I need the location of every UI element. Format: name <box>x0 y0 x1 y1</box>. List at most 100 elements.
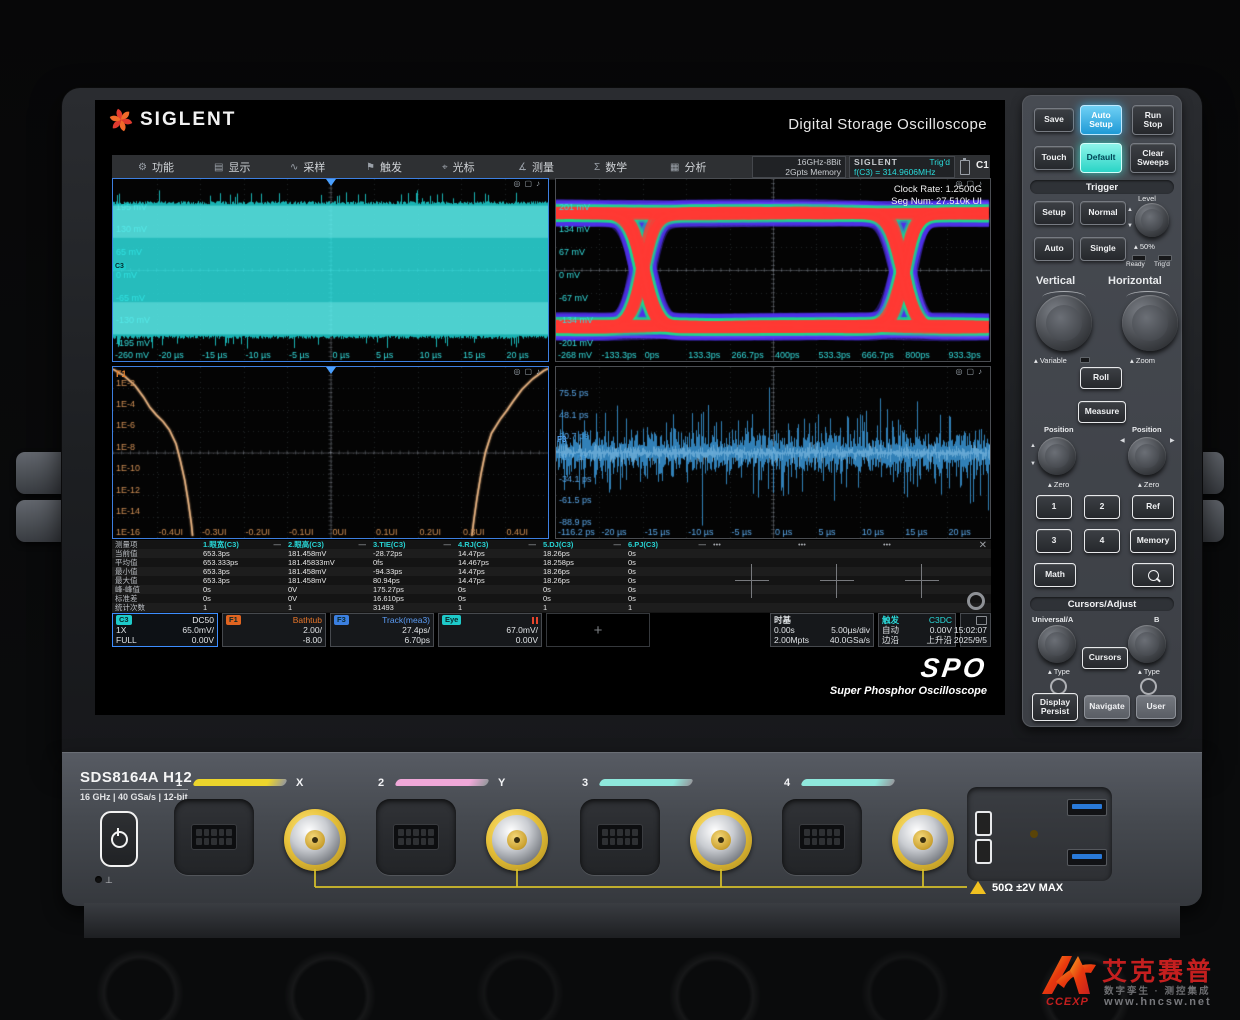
column-header[interactable]: 2.眼高(C3)— <box>285 540 370 549</box>
camera-icon[interactable]: ◎ <box>955 367 966 376</box>
add-measurement-button[interactable] <box>905 564 939 598</box>
empty-column-header[interactable] <box>795 603 880 612</box>
column-header[interactable]: 4.RJ(C3)— <box>455 540 540 549</box>
save-button[interactable]: Save <box>1034 108 1074 132</box>
f3-trace-marker[interactable]: F3 <box>557 435 566 444</box>
trigger-level-knob[interactable] <box>1135 203 1169 237</box>
trigger-position-marker[interactable] <box>326 367 336 379</box>
empty-column-header[interactable] <box>795 549 880 558</box>
column-header[interactable]: 3.TIE(C3)— <box>370 540 455 549</box>
channel-2-button[interactable]: 2 <box>1084 495 1120 519</box>
empty-column-header[interactable] <box>880 603 965 612</box>
table-cell: 18.26ps <box>540 576 625 585</box>
empty-column-header[interactable]: ••• <box>710 540 795 549</box>
acquisition-info-box[interactable]: 16GHz-8Bit 2Gpts Memory <box>752 156 846 178</box>
c3-channel-marker[interactable]: C3 <box>113 263 126 270</box>
add-measurement-button[interactable] <box>735 564 769 598</box>
empty-column-header[interactable] <box>710 603 795 612</box>
trigger-status-box[interactable]: 触发C3DC 自动0.00V 边沿上升沿 <box>878 613 956 647</box>
horizontal-position-knob[interactable] <box>1128 437 1166 475</box>
bnc-connector <box>690 809 752 871</box>
column-header[interactable]: 5.DJ(C3)— <box>540 540 625 549</box>
a-type-label: ▴ Type <box>1048 667 1070 676</box>
close-icon[interactable]: ✕ <box>979 540 987 551</box>
sound-icon[interactable]: ♪ <box>536 179 544 188</box>
sound-icon[interactable]: ♪ <box>978 367 986 376</box>
tie-track-plot-f3[interactable]: ◎▢♪ F3 <box>555 366 991 539</box>
clock-box[interactable]: 15:02:07 2025/9/5 <box>960 613 991 647</box>
expand-icon[interactable]: ▢ <box>524 367 536 376</box>
trigger-position-marker[interactable] <box>326 179 336 191</box>
search-button[interactable] <box>1132 563 1174 587</box>
reset-statistics-icon[interactable] <box>967 592 985 610</box>
roll-button[interactable]: Roll <box>1080 367 1122 389</box>
memory-button[interactable]: Memory <box>1130 529 1176 553</box>
cursors-button[interactable]: Cursors <box>1082 647 1128 669</box>
battery-icon <box>960 160 970 175</box>
display-persist-button[interactable]: Display Persist <box>1032 693 1078 721</box>
menu-item-7[interactable]: Σ数学 <box>594 155 627 179</box>
run-stop-button[interactable]: Run Stop <box>1132 105 1174 135</box>
menu-item-5[interactable]: ⌖光标 <box>442 155 475 179</box>
measure-button[interactable]: Measure <box>1078 401 1126 423</box>
empty-column-header[interactable] <box>880 549 965 558</box>
channel-4-button[interactable]: 4 <box>1084 529 1120 553</box>
channel-3-button[interactable]: 3 <box>1036 529 1072 553</box>
touch-button[interactable]: Touch <box>1034 146 1074 170</box>
ref-button[interactable]: Ref <box>1132 495 1174 519</box>
horizontal-scale-knob[interactable] <box>1122 295 1178 351</box>
auto-setup-button[interactable]: Auto Setup <box>1080 105 1122 135</box>
add-trace-button[interactable]: + <box>546 613 650 647</box>
plot-corner-icons-q1: ◎▢♪ <box>513 179 544 188</box>
default-button[interactable]: Default <box>1080 143 1122 173</box>
trigger-normal-button[interactable]: Normal <box>1080 201 1126 225</box>
trigger-single-button[interactable]: Single <box>1080 237 1126 261</box>
trigger-setup-button[interactable]: Setup <box>1034 201 1074 225</box>
waveform-plot-c3[interactable]: ◎▢♪ C3 <box>112 178 549 362</box>
empty-column-header[interactable] <box>710 549 795 558</box>
oscilloscope-screen[interactable]: SIGLENT Digital Storage Oscilloscope ⚙功能… <box>95 100 1005 715</box>
user-button[interactable]: User <box>1136 695 1176 719</box>
power-button[interactable] <box>100 811 138 867</box>
trigger-auto-button[interactable]: Auto <box>1034 237 1074 261</box>
menu-item-2[interactable]: ▤显示 <box>214 155 250 179</box>
math-button[interactable]: Math <box>1034 563 1076 587</box>
empty-column-header[interactable]: ••• <box>795 540 880 549</box>
f1-trace-marker[interactable]: F1 <box>116 369 127 379</box>
bathtub-plot-f1[interactable]: ◎▢♪ F1 <box>112 366 549 539</box>
menu-item-4[interactable]: ⚑触发 <box>366 155 402 179</box>
waveform-canvas[interactable] <box>113 179 548 361</box>
signal-box-f1[interactable]: F1Bathtub2.00/-8.00 <box>222 613 326 647</box>
tie-track-canvas[interactable] <box>556 367 990 538</box>
signal-box-c3[interactable]: C3DC501X65.0mV/FULL0.00V <box>112 613 218 647</box>
signal-box-f3[interactable]: F3Track(mea3)27.4ps/6.70ps <box>330 613 434 647</box>
expand-icon[interactable]: ▢ <box>966 367 978 376</box>
bathtub-canvas[interactable] <box>113 367 548 538</box>
menu-item-6[interactable]: ∡测量 <box>518 155 554 179</box>
vertical-scale-knob[interactable] <box>1036 295 1092 351</box>
empty-column-header[interactable]: ••• <box>880 540 965 549</box>
clear-sweeps-button[interactable]: Clear Sweeps <box>1130 143 1176 173</box>
universal-a-knob[interactable] <box>1038 625 1076 663</box>
signal-box-eye[interactable]: Eye67.0mV/0.00V <box>438 613 542 647</box>
channel-indicator[interactable]: C1 <box>976 160 989 171</box>
column-header[interactable]: 6.PJ(C3)— <box>625 540 710 549</box>
column-header[interactable]: 1.眼宽(C3)— <box>200 540 285 549</box>
signal-wire <box>516 869 518 887</box>
sound-icon[interactable]: ♪ <box>536 367 544 376</box>
vertical-position-label: Position <box>1044 425 1074 434</box>
menu-item-1[interactable]: ⚙功能 <box>138 155 174 179</box>
navigate-button[interactable]: Navigate <box>1084 695 1130 719</box>
b-knob[interactable] <box>1128 625 1166 663</box>
eye-diagram-plot[interactable]: ◎▢♪ Clock Rate: 1.2500G Seg Num: 27.510k… <box>555 178 991 362</box>
menu-item-8[interactable]: ▦分析 <box>670 155 706 179</box>
add-measurement-button[interactable] <box>820 564 854 598</box>
vertical-position-knob[interactable] <box>1038 437 1076 475</box>
timebase-box[interactable]: 时基 0.00s5.00µs/div 2.00Mpts40.0GSa/s <box>770 613 874 647</box>
menu-item-3[interactable]: ∿采样 <box>290 155 325 179</box>
trigger-info-box[interactable]: SIGLENT Trig'd f(C3) = 314.9606MHz <box>849 156 955 178</box>
expand-icon[interactable]: ▢ <box>524 179 536 188</box>
camera-icon[interactable]: ◎ <box>513 367 524 376</box>
channel-1-button[interactable]: 1 <box>1036 495 1072 519</box>
camera-icon[interactable]: ◎ <box>513 179 524 188</box>
